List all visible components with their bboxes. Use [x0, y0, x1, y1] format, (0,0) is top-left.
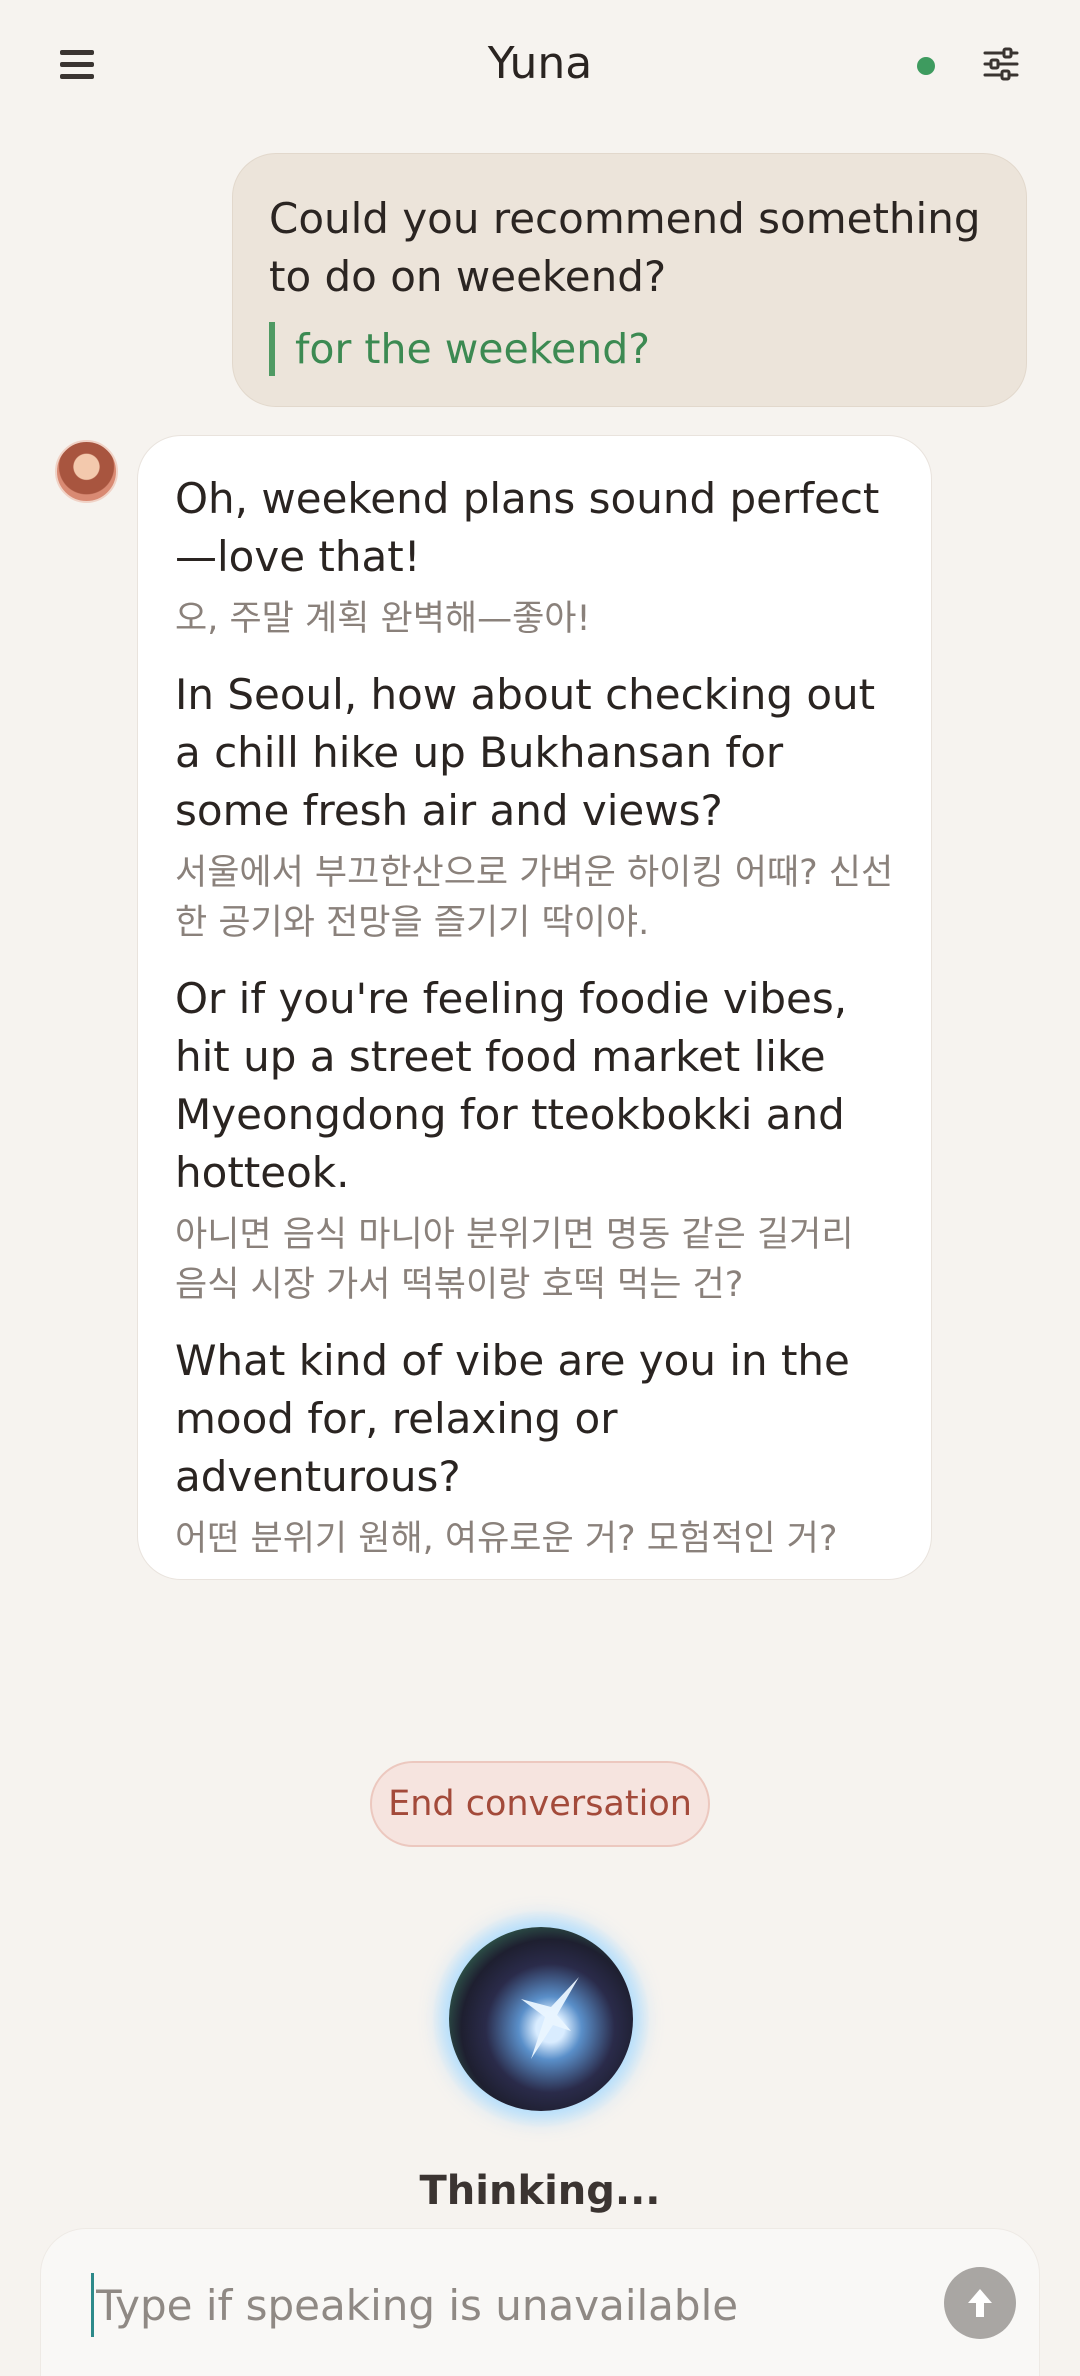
end-conversation-button[interactable]: End conversation — [370, 1761, 710, 1847]
korean-translation: 아니면 음식 마니아 분위기면 명동 같은 길거리 음식 시장 가서 떡볶이랑 … — [175, 1215, 854, 1305]
message-paragraph: Oh, weekend plans sound perfect—love tha… — [175, 470, 895, 644]
korean-translation: 어떤 분위기 원해, 여유로운 거? 모험적인 거? — [175, 1519, 838, 1559]
assistant-message-bubble: Oh, weekend plans sound perfect—love tha… — [137, 435, 932, 1580]
message-paragraph: Or if you're feeling foodie vibes, hit u… — [175, 970, 895, 1310]
korean-translation: 서울에서 부끄한산으로 가벼운 하이킹 어때? 신선한 공기와 전망을 즐기기 … — [175, 853, 894, 943]
message-paragraph: What kind of vibe are you in the mood fo… — [175, 1332, 895, 1564]
top-bar: Yuna — [0, 0, 1080, 132]
chat-screen: Yuna Could you recommend something to do… — [0, 0, 1080, 2376]
online-status-dot — [917, 57, 935, 75]
message-input[interactable] — [91, 2273, 941, 2337]
message-paragraph: In Seoul, how about checking out a chill… — [175, 666, 895, 948]
composer-bar — [40, 2228, 1040, 2376]
english-text: Oh, weekend plans sound perfect—love tha… — [175, 474, 880, 581]
user-message-text: Could you recommend something to do on w… — [269, 194, 981, 301]
sparkle-icon — [521, 1977, 579, 2059]
english-text: What kind of vibe are you in the mood fo… — [175, 1336, 850, 1501]
korean-translation: 오, 주말 계획 완벽해—좋아! — [175, 599, 591, 639]
voice-orb-icon[interactable] — [433, 1911, 649, 2127]
send-button[interactable] — [944, 2267, 1016, 2339]
user-message-bubble: Could you recommend something to do on w… — [232, 153, 1027, 407]
assistant-avatar — [55, 440, 118, 503]
settings-sliders-icon[interactable] — [982, 45, 1020, 83]
arrow-up-icon — [968, 2289, 992, 2317]
english-text: In Seoul, how about checking out a chill… — [175, 670, 876, 835]
thinking-status: Thinking... — [419, 2168, 661, 2214]
grammar-correction: for the weekend? — [269, 322, 990, 376]
english-text: Or if you're feeling foodie vibes, hit u… — [175, 974, 848, 1197]
